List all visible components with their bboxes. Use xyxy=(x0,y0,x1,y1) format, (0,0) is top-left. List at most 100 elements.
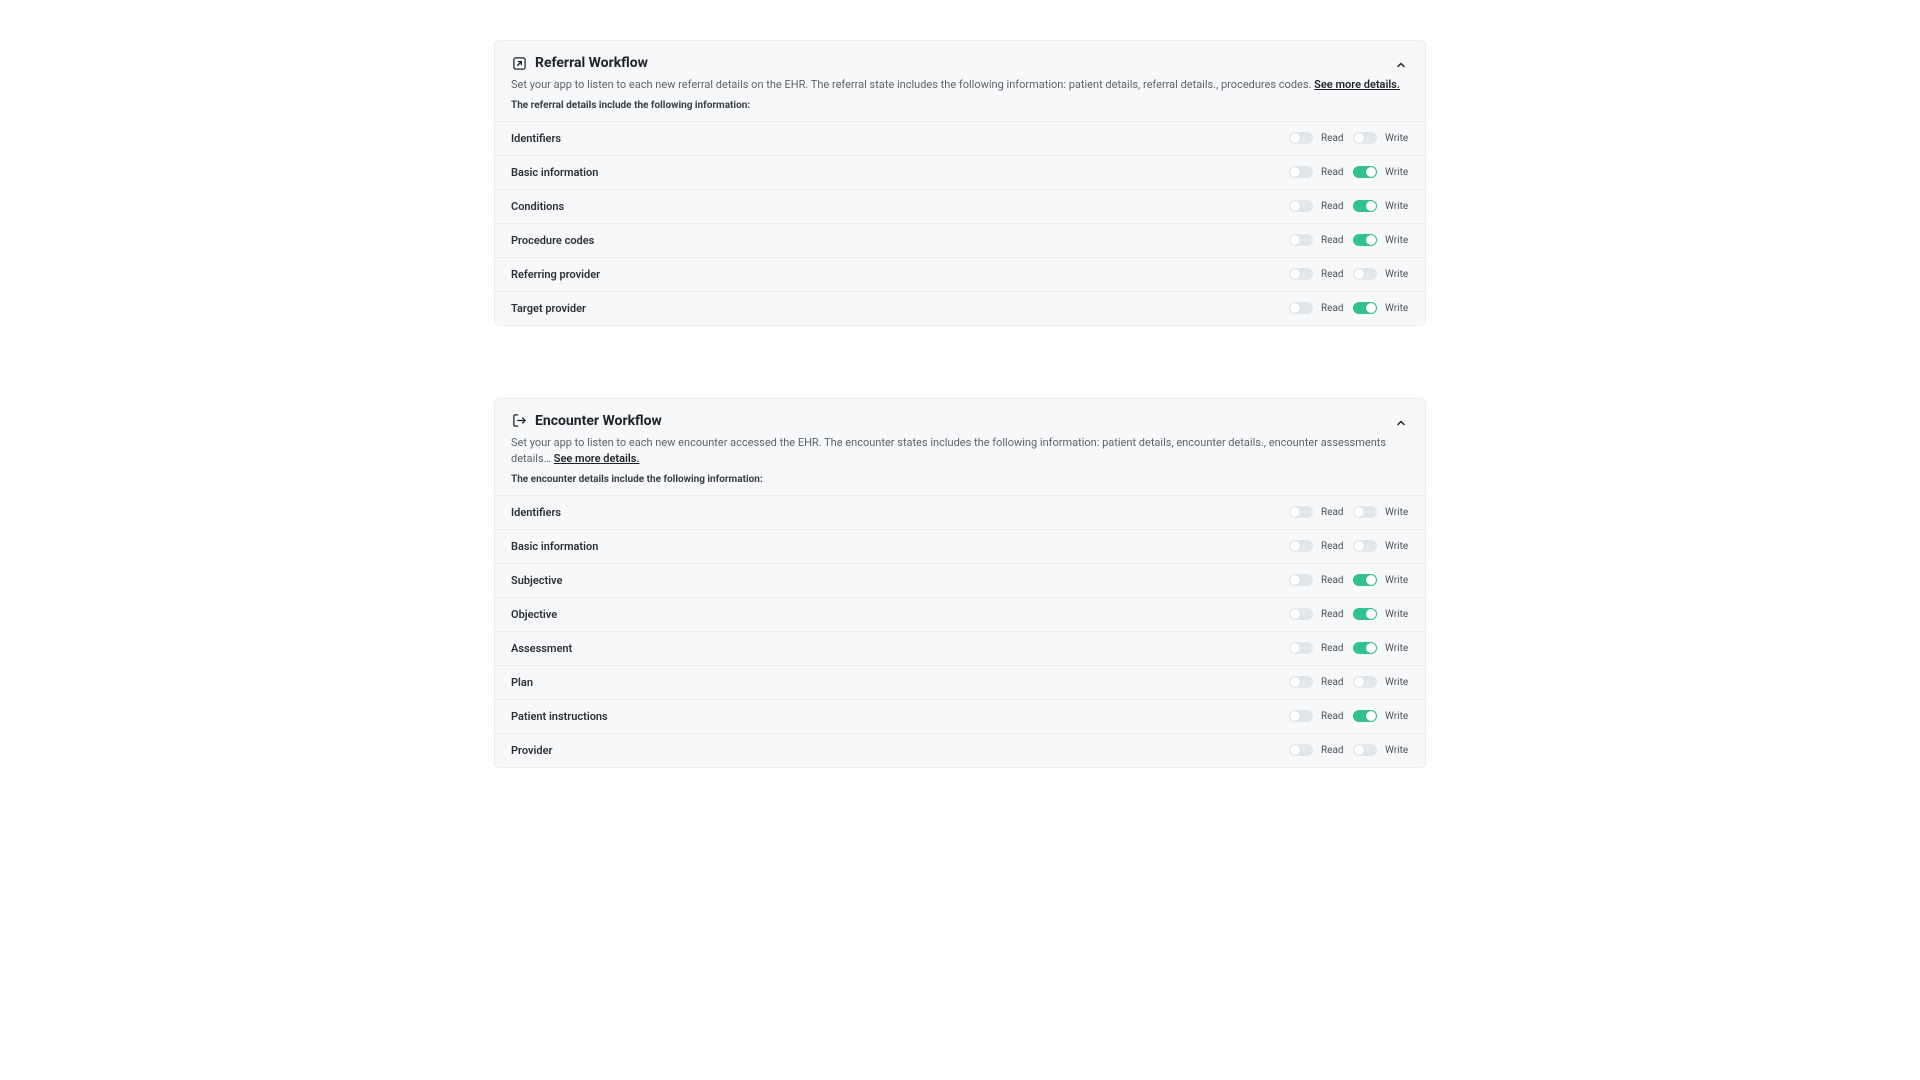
panel-description-text: Set your app to listen to each new refer… xyxy=(511,78,1314,91)
write-toggle[interactable] xyxy=(1353,132,1377,144)
write-label: Write xyxy=(1385,235,1409,246)
write-label: Write xyxy=(1385,711,1409,722)
permission-controls: ReadWrite xyxy=(1289,744,1409,756)
read-label: Read xyxy=(1321,711,1345,722)
permission-controls: Read Write xyxy=(1289,506,1409,518)
write-toggle[interactable] xyxy=(1353,302,1377,314)
permission-row: Conditions Read Write xyxy=(495,190,1425,224)
write-toggle[interactable] xyxy=(1353,710,1377,722)
write-label: Write xyxy=(1385,541,1409,552)
read-label: Read xyxy=(1321,677,1345,688)
permission-rows: IdentifiersReadWriteBasic informationRea… xyxy=(495,495,1425,767)
panel-description-text: Set your app to listen to each new encou… xyxy=(511,436,1386,466)
permission-controls: Read Write xyxy=(1289,710,1409,722)
read-label: Read xyxy=(1321,507,1345,518)
write-toggle[interactable] xyxy=(1353,540,1377,552)
permission-label: Referring provider xyxy=(511,268,600,281)
collapse-button[interactable] xyxy=(1393,415,1409,431)
collapse-button[interactable] xyxy=(1393,57,1409,73)
read-toggle[interactable] xyxy=(1289,608,1313,620)
permission-row: Basic information Read Write xyxy=(495,530,1425,564)
permission-controls: Read Write xyxy=(1289,166,1409,178)
encounter-workflow-panel: Encounter Workflow Set your app to listen… xyxy=(494,398,1426,768)
read-toggle[interactable] xyxy=(1289,268,1313,280)
read-toggle[interactable] xyxy=(1289,540,1313,552)
write-toggle[interactable] xyxy=(1353,574,1377,586)
read-toggle[interactable] xyxy=(1289,132,1313,144)
permission-label: Patient instructions xyxy=(511,710,608,723)
panel-title: Encounter Workflow xyxy=(535,413,662,429)
read-toggle[interactable] xyxy=(1289,676,1313,688)
write-label: Write xyxy=(1385,201,1409,212)
write-label: Write xyxy=(1385,745,1409,756)
write-label: Write xyxy=(1385,643,1409,654)
see-more-link[interactable]: See more details. xyxy=(554,452,640,465)
read-toggle[interactable] xyxy=(1289,234,1313,246)
read-toggle[interactable] xyxy=(1289,574,1313,586)
permission-row: PlanReadWrite xyxy=(495,666,1425,700)
permission-controls: Read Write xyxy=(1289,642,1409,654)
permission-row: Target providerReadWrite xyxy=(495,292,1425,325)
read-toggle[interactable] xyxy=(1289,302,1313,314)
panel-description: Set your app to listen to each new refer… xyxy=(495,75,1425,94)
permission-row: Subjective Read Write xyxy=(495,564,1425,598)
permission-controls: Read Write xyxy=(1289,132,1409,144)
read-label: Read xyxy=(1321,541,1345,552)
write-toggle[interactable] xyxy=(1353,676,1377,688)
permission-row: IdentifiersReadWrite xyxy=(495,122,1425,156)
write-toggle[interactable] xyxy=(1353,200,1377,212)
write-label: Write xyxy=(1385,575,1409,586)
permission-label: Conditions xyxy=(511,200,564,213)
read-label: Read xyxy=(1321,167,1345,178)
permission-controls: Read Write xyxy=(1289,200,1409,212)
write-toggle[interactable] xyxy=(1353,642,1377,654)
permission-row: Provider ReadWrite xyxy=(495,734,1425,767)
panel-header: Referral Workflow xyxy=(495,55,1425,75)
permission-row: Patient instructions Read Write xyxy=(495,700,1425,734)
write-label: Write xyxy=(1385,303,1409,314)
read-label: Read xyxy=(1321,643,1345,654)
permission-controls: Read Write xyxy=(1289,574,1409,586)
read-label: Read xyxy=(1321,575,1345,586)
write-toggle[interactable] xyxy=(1353,234,1377,246)
permission-row: Procedure codesReadWrite xyxy=(495,224,1425,258)
write-label: Write xyxy=(1385,167,1409,178)
permission-label: Identifiers xyxy=(511,506,561,519)
write-toggle[interactable] xyxy=(1353,506,1377,518)
permission-controls: Read Write xyxy=(1289,234,1409,246)
permission-label: Assessment xyxy=(511,642,572,655)
write-label: Write xyxy=(1385,507,1409,518)
permission-row: Basic information Read Write xyxy=(495,156,1425,190)
read-toggle[interactable] xyxy=(1289,744,1313,756)
read-label: Read xyxy=(1321,235,1345,246)
arrow-in-icon xyxy=(511,413,527,429)
panel-header: Encounter Workflow xyxy=(495,413,1425,433)
read-toggle[interactable] xyxy=(1289,200,1313,212)
arrow-out-icon xyxy=(511,55,527,71)
permission-label: Provider xyxy=(511,744,552,757)
read-toggle[interactable] xyxy=(1289,642,1313,654)
permission-label: Subjective xyxy=(511,574,562,587)
panel-title: Referral Workflow xyxy=(535,55,648,71)
read-toggle[interactable] xyxy=(1289,710,1313,722)
permission-controls: Read Write xyxy=(1289,302,1409,314)
write-label: Write xyxy=(1385,133,1409,144)
read-label: Read xyxy=(1321,201,1345,212)
write-toggle[interactable] xyxy=(1353,268,1377,280)
permission-rows: IdentifiersReadWriteBasic informationRea… xyxy=(495,121,1425,325)
permission-label: Basic information xyxy=(511,540,598,553)
panel-subheading: The referral details include the followi… xyxy=(495,94,1425,121)
read-toggle[interactable] xyxy=(1289,166,1313,178)
see-more-link[interactable]: See more details. xyxy=(1314,78,1400,91)
permission-label: Objective xyxy=(511,608,557,621)
read-label: Read xyxy=(1321,303,1345,314)
permission-row: ObjectiveReadWrite xyxy=(495,598,1425,632)
write-toggle[interactable] xyxy=(1353,166,1377,178)
permission-label: Basic information xyxy=(511,166,598,179)
permission-row: Identifiers Read Write xyxy=(495,496,1425,530)
read-label: Read xyxy=(1321,133,1345,144)
write-toggle[interactable] xyxy=(1353,744,1377,756)
write-toggle[interactable] xyxy=(1353,608,1377,620)
read-toggle[interactable] xyxy=(1289,506,1313,518)
panel-description: Set your app to listen to each new encou… xyxy=(495,433,1425,468)
